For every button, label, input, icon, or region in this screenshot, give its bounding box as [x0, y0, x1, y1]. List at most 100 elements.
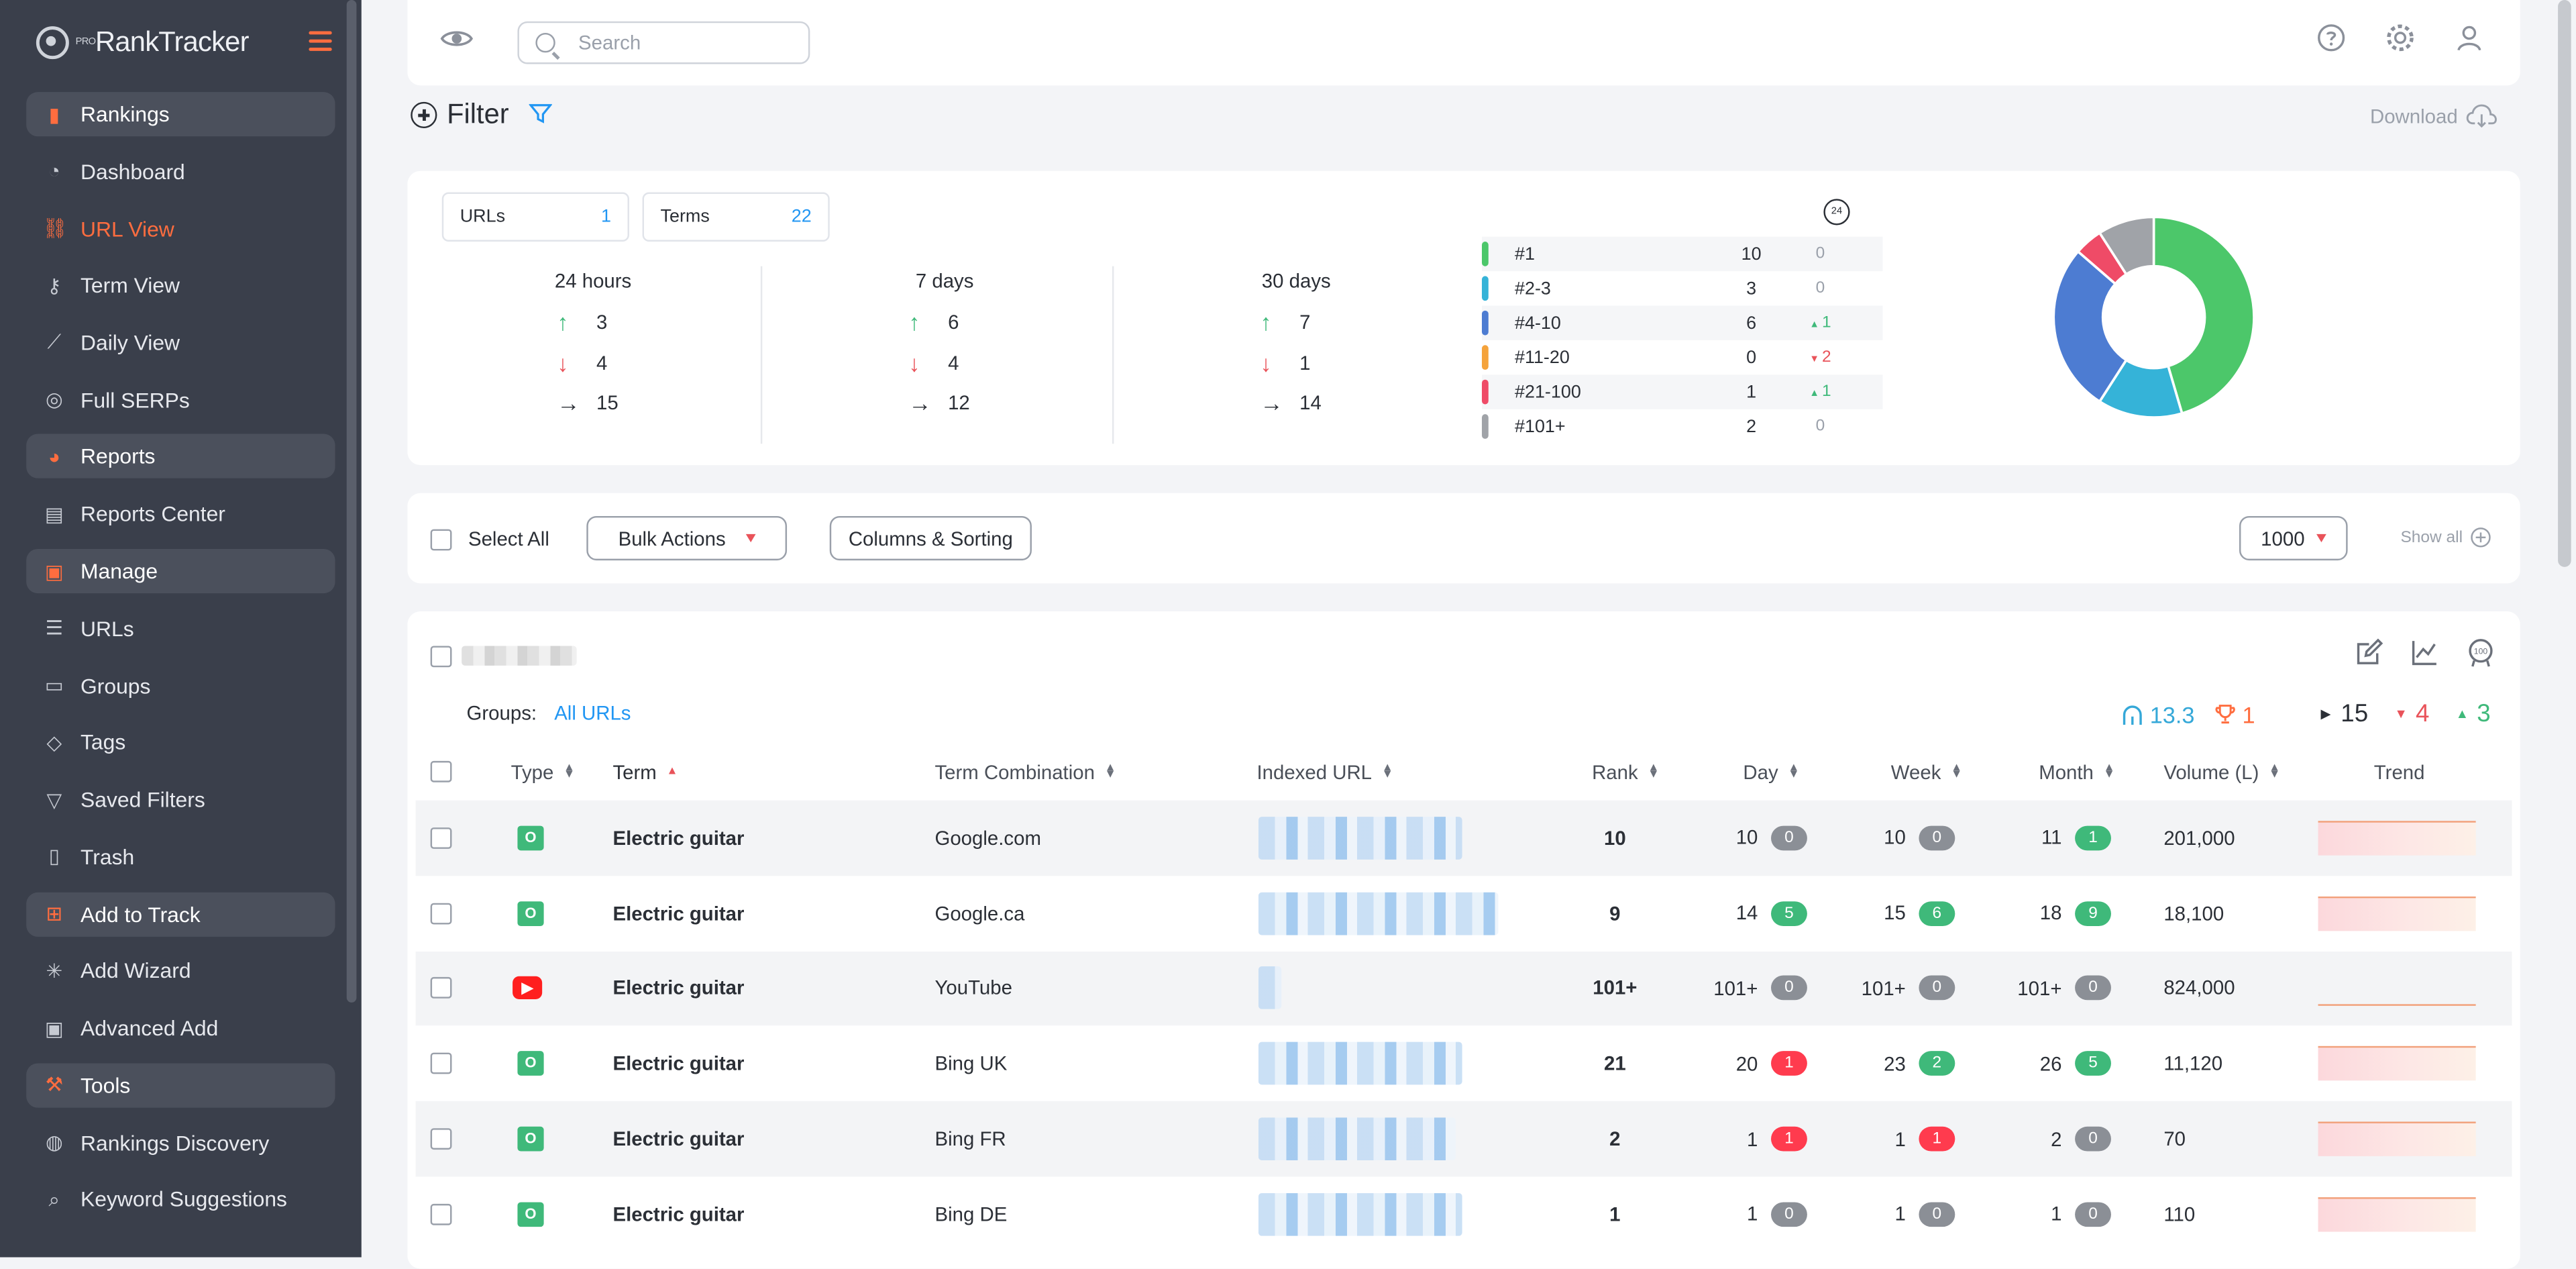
- sidebar-item-rankings[interactable]: ▮ Rankings: [26, 92, 335, 137]
- indexed-url-redacted[interactable]: [1258, 892, 1499, 935]
- trend-sparkline[interactable]: [2318, 1046, 2476, 1081]
- table-row[interactable]: O Electric guitar Bing FR 2 1 1 1 1 2 0 70: [415, 1101, 2512, 1177]
- period-down-count[interactable]: 4: [596, 351, 629, 374]
- sidebar-item-add-wizard[interactable]: ✳ Add Wizard: [0, 943, 362, 1000]
- table-row[interactable]: O Electric guitar Google.ca 9 14 5 15 6 18 9 18,10…: [416, 876, 2512, 951]
- row-checkbox[interactable]: [430, 1053, 452, 1075]
- download-button[interactable]: Download: [2370, 103, 2499, 128]
- trend-sparkline[interactable]: [2318, 896, 2476, 931]
- url-group-checkbox[interactable]: [430, 646, 452, 668]
- sidebar-item-dashboard[interactable]: ◔ Dashboard: [0, 143, 362, 200]
- period-flat-count[interactable]: 15: [596, 391, 629, 414]
- sidebar-item-term-view[interactable]: ⚷ Term View: [0, 257, 362, 314]
- urls-pill[interactable]: URLs 1: [441, 192, 629, 242]
- indexed-url-redacted[interactable]: [1258, 1192, 1462, 1236]
- term-cell[interactable]: Electric guitar: [612, 902, 744, 925]
- col-month[interactable]: Month ▲ ▼: [2039, 761, 2114, 784]
- trend-sparkline[interactable]: [2318, 1121, 2476, 1157]
- trend-sparkline[interactable]: [2318, 990, 2476, 1007]
- period-up-count[interactable]: 3: [596, 311, 629, 334]
- sidebar-item-full-serps[interactable]: ◎ Full SERPs: [0, 371, 362, 428]
- select-all-checkbox[interactable]: [430, 528, 452, 550]
- col-type[interactable]: Type ▲ ▼: [511, 761, 575, 784]
- term-cell[interactable]: Electric guitar: [612, 1052, 744, 1075]
- page-size-select[interactable]: 1000: [2239, 515, 2348, 561]
- help-icon[interactable]: [2316, 23, 2346, 52]
- search-box[interactable]: [517, 21, 810, 64]
- table-row[interactable]: ▶ Electric guitar YouTube 101+ 101+ 0 101+ 0 101…: [415, 950, 2512, 1027]
- groups-value-link[interactable]: All URLs: [554, 702, 631, 725]
- line-chart-icon[interactable]: [2410, 638, 2440, 667]
- distribution-row[interactable]: #4-10 6 ▲ 1: [1481, 305, 1883, 340]
- logo[interactable]: PRO RankTracker: [0, 0, 362, 85]
- table-row[interactable]: O Electric guitar Bing UK 21 20 1 23 2 26 5 11,120: [416, 1026, 2512, 1101]
- sidebar-item-keyword-suggestions[interactable]: ⌕ Keyword Suggestions: [0, 1171, 362, 1228]
- sidebar-item-trash[interactable]: ▯ Trash: [0, 828, 362, 885]
- sidebar-item-reports[interactable]: ◕ Reports: [26, 434, 335, 479]
- sidebar-item-tools[interactable]: ⚒ Tools: [26, 1063, 335, 1108]
- sidebar-item-rankings-discovery[interactable]: ◍ Rankings Discovery: [0, 1114, 362, 1171]
- distribution-row[interactable]: #101+ 2 0: [1481, 409, 1883, 444]
- row-checkbox[interactable]: [430, 978, 452, 999]
- distribution-row[interactable]: #1 10 0: [1481, 236, 1883, 272]
- sidebar-item-add-to-track[interactable]: ⊞ Add to Track: [26, 891, 335, 936]
- period-flat-count[interactable]: 14: [1299, 391, 1332, 414]
- sidebar-item-tags[interactable]: ◇ Tags: [0, 714, 362, 771]
- indexed-url-redacted[interactable]: [1258, 1042, 1462, 1086]
- sidebar-item-url-view[interactable]: ⛓ URL View: [0, 200, 362, 257]
- trend-sparkline[interactable]: [2318, 821, 2476, 856]
- period-flat-count[interactable]: 12: [948, 391, 981, 414]
- sidebar-item-urls[interactable]: ☰ URLs: [0, 600, 362, 657]
- gear-icon[interactable]: [2385, 23, 2415, 52]
- table-row[interactable]: O Electric guitar Bing DE 1 1 0 1 0 1 0 110: [416, 1176, 2512, 1252]
- col-rank[interactable]: Rank ▲ ▼: [1592, 761, 1659, 784]
- filter-toggle[interactable]: Filter: [411, 99, 553, 132]
- sidebar-item-advanced-add[interactable]: ▣ Advanced Add: [0, 1000, 362, 1057]
- distribution-row[interactable]: #11-20 0 ▼ 2: [1481, 340, 1883, 374]
- sidebar-item-reports-center[interactable]: ▤ Reports Center: [0, 486, 362, 543]
- show-all-button[interactable]: Show all: [2400, 527, 2491, 548]
- row-checkbox[interactable]: [430, 827, 452, 849]
- period-down-count[interactable]: 4: [948, 351, 981, 374]
- col-term-combination[interactable]: Term Combination ▲ ▼: [934, 761, 1116, 784]
- clock-24-icon[interactable]: 24: [1823, 199, 1850, 225]
- serp-100-icon[interactable]: 100: [2466, 638, 2496, 667]
- funnel-icon[interactable]: [528, 101, 553, 130]
- col-indexed-url[interactable]: Indexed URL ▲ ▼: [1256, 761, 1393, 784]
- indexed-url-redacted[interactable]: [1258, 816, 1462, 860]
- col-term[interactable]: Term ▲: [612, 761, 678, 784]
- columns-sorting-button[interactable]: Columns & Sorting: [829, 515, 1032, 561]
- row-checkbox[interactable]: [430, 1203, 452, 1225]
- indexed-url-redacted[interactable]: [1258, 1117, 1456, 1161]
- edit-icon[interactable]: [2354, 638, 2383, 667]
- eye-icon[interactable]: [440, 28, 474, 50]
- search-input[interactable]: [575, 30, 779, 56]
- header-checkbox[interactable]: [430, 760, 452, 782]
- period-up-count[interactable]: 7: [1299, 311, 1332, 334]
- terms-pill[interactable]: Terms 22: [642, 192, 830, 242]
- sidebar-scrollbar[interactable]: [346, 0, 357, 1003]
- sidebar-item-saved-filters[interactable]: ▽ Saved Filters: [0, 771, 362, 828]
- sidebar-item-manage[interactable]: ▣ Manage: [26, 549, 335, 594]
- sidebar-item-daily-view[interactable]: ⟋ Daily View: [0, 314, 362, 371]
- term-cell[interactable]: Electric guitar: [612, 827, 744, 850]
- term-cell[interactable]: Electric guitar: [612, 1127, 744, 1150]
- col-volume[interactable]: Volume (L) ▲ ▼: [2163, 761, 2280, 784]
- trend-sparkline[interactable]: [2318, 1197, 2476, 1232]
- distribution-row[interactable]: #2-3 3 0: [1481, 271, 1883, 305]
- period-up-count[interactable]: 6: [948, 311, 981, 334]
- term-cell[interactable]: Electric guitar: [612, 977, 744, 1000]
- col-day[interactable]: Day ▲ ▼: [1743, 761, 1799, 784]
- row-checkbox[interactable]: [430, 902, 452, 924]
- period-down-count[interactable]: 1: [1299, 351, 1332, 374]
- row-checkbox[interactable]: [430, 1128, 452, 1150]
- indexed-url-redacted[interactable]: [1258, 967, 1282, 1010]
- term-cell[interactable]: Electric guitar: [612, 1203, 744, 1225]
- table-row[interactable]: O Electric guitar Google.com 10 10 0 10 0 11 1 201…: [415, 800, 2512, 876]
- select-all[interactable]: Select All: [430, 527, 549, 550]
- col-week[interactable]: Week ▲ ▼: [1891, 761, 1962, 784]
- bulk-actions-dropdown[interactable]: Bulk Actions: [586, 515, 788, 561]
- hamburger-menu-icon[interactable]: [309, 31, 332, 56]
- page-scrollbar[interactable]: [2553, 0, 2576, 1258]
- user-icon[interactable]: [2455, 23, 2484, 52]
